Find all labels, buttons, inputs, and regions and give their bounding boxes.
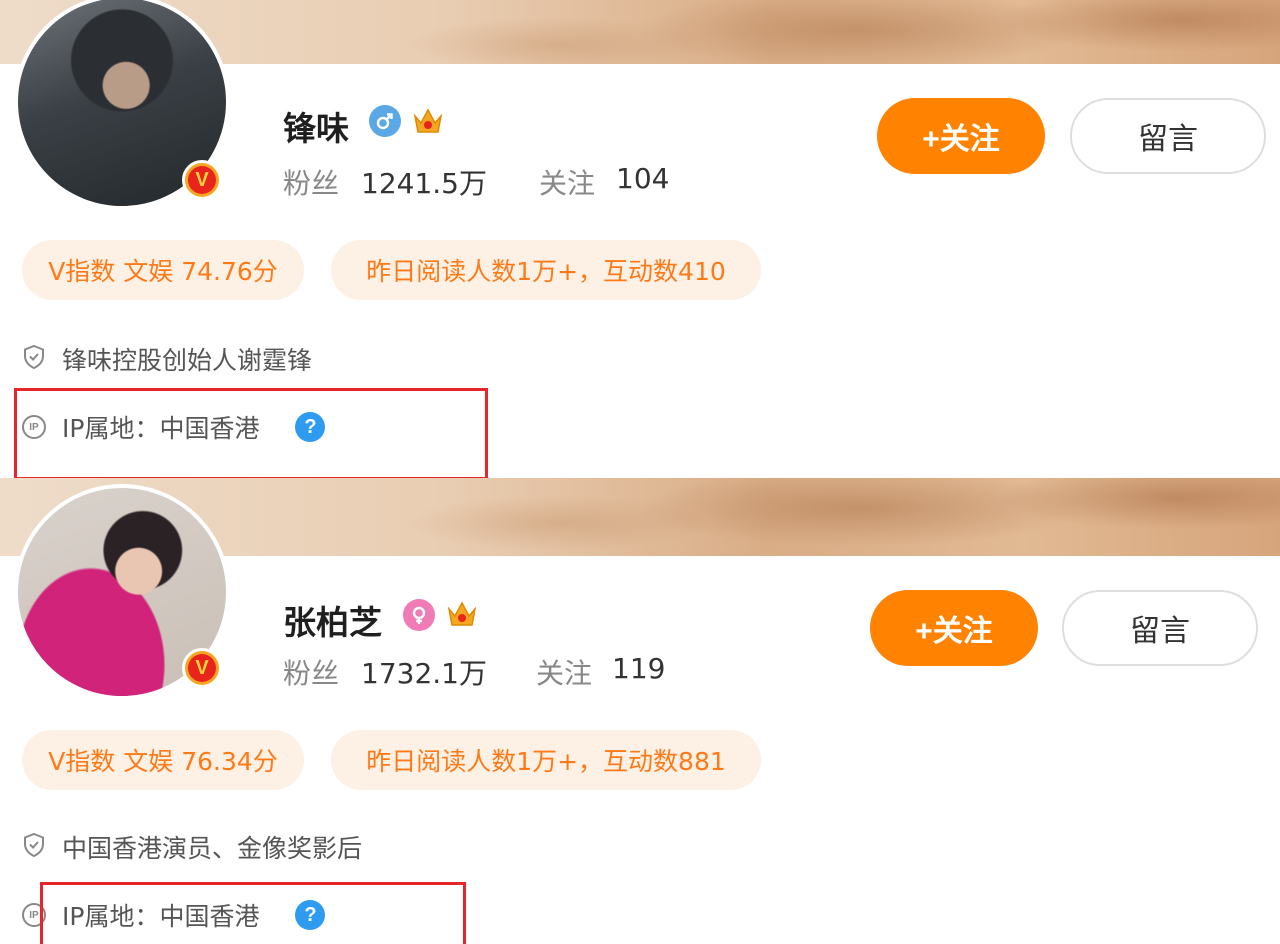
shield-icon xyxy=(22,344,46,374)
reading-stats-badge[interactable]: 昨日阅读人数1万+，互动数410 xyxy=(331,240,761,300)
profile-card-1: V 锋味 粉丝 1241.5万 关注 104 +关注 留言 V指数 文娱 74.… xyxy=(0,0,1280,478)
verified-v-icon: V xyxy=(182,648,222,688)
message-button[interactable]: 留言 xyxy=(1062,590,1258,666)
fans-count[interactable]: 1732.1万 xyxy=(361,652,487,692)
ip-highlight-box xyxy=(14,388,488,478)
fans-label: 粉丝 xyxy=(283,657,340,690)
verified-badge-letter: V xyxy=(188,166,216,194)
profile-name: 锋味 xyxy=(283,109,349,148)
fans-label: 粉丝 xyxy=(283,167,340,200)
reading-stats-badge[interactable]: 昨日阅读人数1万+，互动数881 xyxy=(331,730,761,790)
male-icon xyxy=(369,105,401,137)
profile-card-2: V 张柏芝 粉丝 1732.1万 关注 119 +关注 留言 V指数 文娱 76… xyxy=(0,478,1280,944)
following-label: 关注 xyxy=(536,657,593,690)
profile-description: 中国香港演员、金像奖影后 xyxy=(62,834,363,863)
crown-icon xyxy=(446,599,478,629)
following-count[interactable]: 104 xyxy=(616,162,669,195)
verified-v-icon: V xyxy=(182,160,222,200)
following-count[interactable]: 119 xyxy=(612,652,665,685)
crown-icon xyxy=(412,106,444,136)
shield-icon xyxy=(22,832,46,862)
profile-name: 张柏芝 xyxy=(283,603,382,642)
v-index-badge[interactable]: V指数 文娱 74.76分 xyxy=(22,240,304,300)
message-button[interactable]: 留言 xyxy=(1070,98,1266,174)
female-icon xyxy=(403,599,435,631)
following-label: 关注 xyxy=(539,167,596,200)
follow-button[interactable]: +关注 xyxy=(870,590,1038,666)
profile-description: 锋味控股创始人谢霆锋 xyxy=(62,346,313,375)
fans-count[interactable]: 1241.5万 xyxy=(361,162,487,202)
follow-button[interactable]: +关注 xyxy=(877,98,1045,174)
profile-description-row: 中国香港演员、金像奖影后 xyxy=(22,830,362,864)
verified-badge-letter: V xyxy=(188,654,216,682)
v-index-badge[interactable]: V指数 文娱 76.34分 xyxy=(22,730,304,790)
ip-highlight-box xyxy=(40,882,466,944)
profile-description-row: 锋味控股创始人谢霆锋 xyxy=(22,342,312,376)
